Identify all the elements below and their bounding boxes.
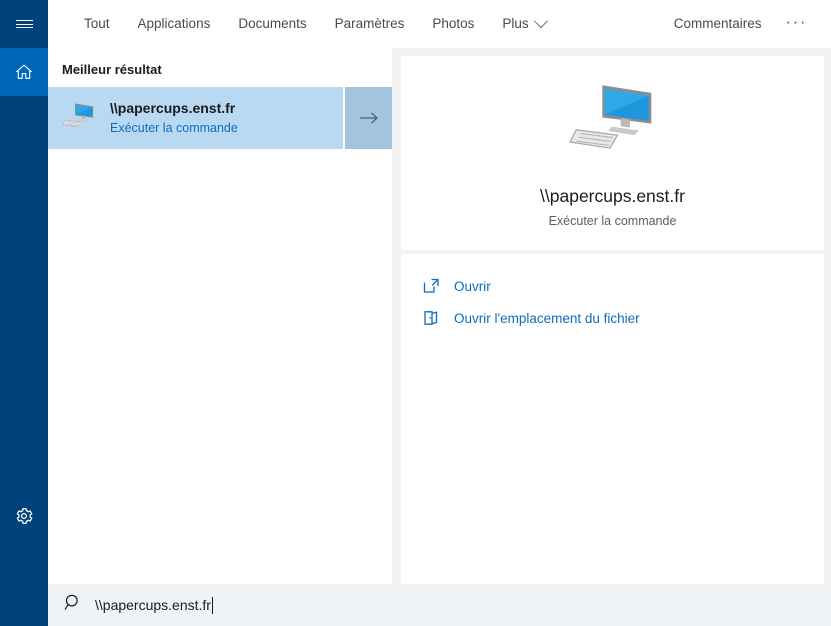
list-item[interactable]: \\papercups.enst.fr Exécuter la commande xyxy=(48,87,392,149)
tab-more-label: Plus xyxy=(502,16,529,31)
action-open-label: Ouvrir xyxy=(454,278,491,294)
action-open-file-location[interactable]: Ouvrir l'emplacement du fichier xyxy=(401,302,824,334)
feedback-button[interactable]: Commentaires xyxy=(662,0,774,48)
preview-pane: \\papercups.enst.fr Exécuter la commande xyxy=(392,48,831,584)
top-bar-right-group: Commentaires ··· xyxy=(662,0,831,48)
search-input-value: \\papercups.enst.fr xyxy=(95,597,211,613)
result-item-content[interactable]: \\papercups.enst.fr Exécuter la commande xyxy=(48,87,343,149)
rail-spacer xyxy=(0,96,48,484)
result-item-title: \\papercups.enst.fr xyxy=(110,99,236,116)
nav-tab-list: Tout Applications Documents Paramètres P… xyxy=(70,0,560,48)
gear-icon xyxy=(16,508,33,524)
action-open-file-location-label: Ouvrir l'emplacement du fichier xyxy=(454,310,640,326)
hamburger-icon xyxy=(15,18,33,31)
tab-photos[interactable]: Photos xyxy=(418,0,488,48)
result-item-texts: \\papercups.enst.fr Exécuter la commande xyxy=(110,100,238,137)
computer-icon xyxy=(62,101,96,136)
chevron-down-icon xyxy=(533,14,548,29)
search-window: Tout Applications Documents Paramètres P… xyxy=(0,0,831,626)
sidebar-item-home[interactable] xyxy=(0,48,48,96)
search-input[interactable]: \\papercups.enst.fr xyxy=(48,584,831,626)
tab-more[interactable]: Plus xyxy=(488,0,559,48)
hamburger-menu-button[interactable] xyxy=(0,0,48,48)
main-body: Meilleur résultat \\papercups.enst.fr Ex… xyxy=(0,48,831,584)
left-rail xyxy=(0,48,48,584)
preview-computer-icon xyxy=(567,79,659,164)
preview-actions-card: Ouvrir Ouvrir l'emplacement du fichier xyxy=(401,254,824,584)
results-pane: Meilleur résultat \\papercups.enst.fr Ex… xyxy=(48,48,392,584)
action-open[interactable]: Ouvrir xyxy=(401,270,824,302)
search-input-wrap: \\papercups.enst.fr xyxy=(83,596,213,614)
text-caret xyxy=(211,596,213,614)
result-item-subtitle[interactable]: Exécuter la commande xyxy=(110,120,238,137)
results-section-title: Meilleur résultat xyxy=(62,62,162,77)
rail-bottom-group xyxy=(0,484,48,584)
tab-settings[interactable]: Paramètres xyxy=(321,0,419,48)
search-rail-filler xyxy=(0,584,48,626)
home-icon xyxy=(15,64,33,79)
preview-subtitle: Exécuter la commande xyxy=(548,213,677,228)
tab-applications[interactable]: Applications xyxy=(124,0,225,48)
open-external-icon xyxy=(423,278,445,294)
preview-hero-card: \\papercups.enst.fr Exécuter la commande xyxy=(401,56,824,250)
preview-title: \\papercups.enst.fr xyxy=(540,185,685,206)
search-icon xyxy=(64,593,83,617)
tab-documents[interactable]: Documents xyxy=(224,0,320,48)
content-area: Meilleur résultat \\papercups.enst.fr Ex… xyxy=(48,48,831,584)
tab-all[interactable]: Tout xyxy=(70,0,124,48)
result-expand-button[interactable] xyxy=(345,87,392,149)
top-navigation-bar: Tout Applications Documents Paramètres P… xyxy=(0,0,831,48)
sidebar-item-settings[interactable] xyxy=(14,492,34,540)
arrow-right-icon xyxy=(359,112,378,124)
search-bar: \\papercups.enst.fr xyxy=(0,584,831,626)
more-options-icon[interactable]: ··· xyxy=(774,0,819,48)
folder-icon xyxy=(423,310,445,326)
